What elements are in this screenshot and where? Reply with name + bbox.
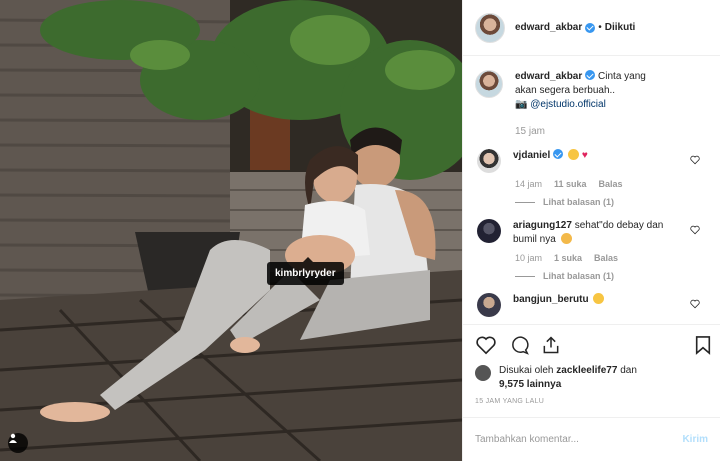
replies-divider xyxy=(515,201,535,203)
red-heart-emoji-icon: ♥ xyxy=(581,150,588,161)
comment-time[interactable]: 14 jam xyxy=(515,179,542,189)
likes-summary: Disukai oleh zackleelife77 dan 9,575 lai… xyxy=(463,364,720,392)
caption: edward_akbar Cinta yang akan segera berb… xyxy=(475,70,708,112)
like-comment-heart-icon[interactable] xyxy=(690,155,700,165)
verified-badge-icon xyxy=(553,149,564,159)
comment-meta: 14 jam 11 suka Balas xyxy=(515,179,708,189)
comment-time[interactable]: 10 jam xyxy=(515,253,542,263)
reply-button[interactable]: Balas xyxy=(599,179,623,189)
verified-badge-icon xyxy=(585,70,596,80)
replies-divider xyxy=(515,275,535,277)
verified-badge-icon xyxy=(585,22,596,33)
comment-input[interactable] xyxy=(475,434,655,445)
view-replies-label: Lihat balasan (1) xyxy=(543,271,615,281)
comment-item: bangjun_berutu xyxy=(475,293,708,317)
liker-username[interactable]: zackleelife77 xyxy=(556,365,617,376)
comment-text: vjdaniel ♥ xyxy=(513,149,683,173)
post-actions xyxy=(463,324,720,364)
comment-likes[interactable]: 1 suka xyxy=(554,253,582,263)
like-comment-heart-icon[interactable] xyxy=(690,225,700,235)
comment-username[interactable]: bangjun_berutu xyxy=(513,294,589,305)
likes-joiner: dan xyxy=(620,365,637,376)
comment-username[interactable]: vjdaniel xyxy=(513,150,550,161)
photo-illustration xyxy=(0,0,462,461)
commenter-avatar[interactable] xyxy=(477,149,501,173)
author-username[interactable]: edward_akbar xyxy=(515,22,582,33)
liker-avatar[interactable] xyxy=(475,365,491,381)
comments-list[interactable]: edward_akbar Cinta yang akan segera berb… xyxy=(463,56,720,324)
view-replies-button[interactable]: Lihat balasan (1) xyxy=(515,197,708,207)
caption-avatar[interactable] xyxy=(475,70,503,98)
view-replies-label: Lihat balasan (1) xyxy=(543,197,615,207)
folded-hands-emoji-icon xyxy=(560,233,572,244)
comment-text: bangjun_berutu xyxy=(513,293,683,317)
like-heart-icon[interactable] xyxy=(475,335,497,355)
post-comment-button[interactable]: Kirim xyxy=(682,434,708,445)
author-avatar[interactable] xyxy=(475,12,505,43)
caption-mention-link[interactable]: @ejstudio.official xyxy=(530,99,606,110)
star-struck-emoji-icon xyxy=(593,293,605,304)
follow-status-button[interactable]: Diikuti xyxy=(605,22,636,33)
add-comment-bar: Kirim xyxy=(463,417,720,461)
comment-item: vjdaniel ♥ xyxy=(475,149,708,173)
post-photo[interactable]: kimbrlyryder xyxy=(0,0,462,461)
user-tag-icon[interactable] xyxy=(8,433,28,453)
commenter-avatar[interactable] xyxy=(477,293,501,317)
comment-bubble-icon[interactable] xyxy=(509,335,529,355)
user-tag-tooltip[interactable]: kimbrlyryder xyxy=(267,257,344,285)
caption-time[interactable]: 15 jam xyxy=(515,126,708,137)
view-replies-button[interactable]: Lihat balasan (1) xyxy=(515,271,708,281)
likes-prefix: Disukai oleh xyxy=(499,365,554,376)
post-sidebar: edward_akbar • Diikuti edward_akbar Cint… xyxy=(462,0,720,461)
reply-button[interactable]: Balas xyxy=(594,253,618,263)
comment-text: ariagung127 sehat"do debay dan bumil nya xyxy=(513,219,683,247)
caption-username[interactable]: edward_akbar xyxy=(515,71,582,82)
comment-likes[interactable]: 11 suka xyxy=(554,179,587,189)
likes-count-button[interactable]: 9,575 lainnya xyxy=(499,379,561,390)
likes-text: Disukai oleh zackleelife77 dan 9,575 lai… xyxy=(499,364,637,392)
commenter-avatar[interactable] xyxy=(477,219,501,243)
instagram-post-modal: kimbrlyryder edward_akbar • Diikuti edwa… xyxy=(0,0,720,461)
share-icon[interactable] xyxy=(541,335,561,355)
bookmark-icon[interactable] xyxy=(694,335,712,355)
comment-meta: 10 jam 1 suka Balas xyxy=(515,253,708,263)
post-timestamp[interactable]: 15 JAM YANG LALU xyxy=(463,392,720,405)
caption-text: edward_akbar Cinta yang akan segera berb… xyxy=(515,70,665,112)
header-separator: • xyxy=(598,22,602,33)
like-comment-heart-icon[interactable] xyxy=(690,299,700,309)
post-header: edward_akbar • Diikuti xyxy=(463,0,720,56)
star-struck-emoji-icon xyxy=(568,149,580,160)
comment-item: ariagung127 sehat"do debay dan bumil nya xyxy=(475,219,708,247)
comment-username[interactable]: ariagung127 xyxy=(513,220,572,231)
camera-emoji-icon: 📷 xyxy=(515,99,528,110)
